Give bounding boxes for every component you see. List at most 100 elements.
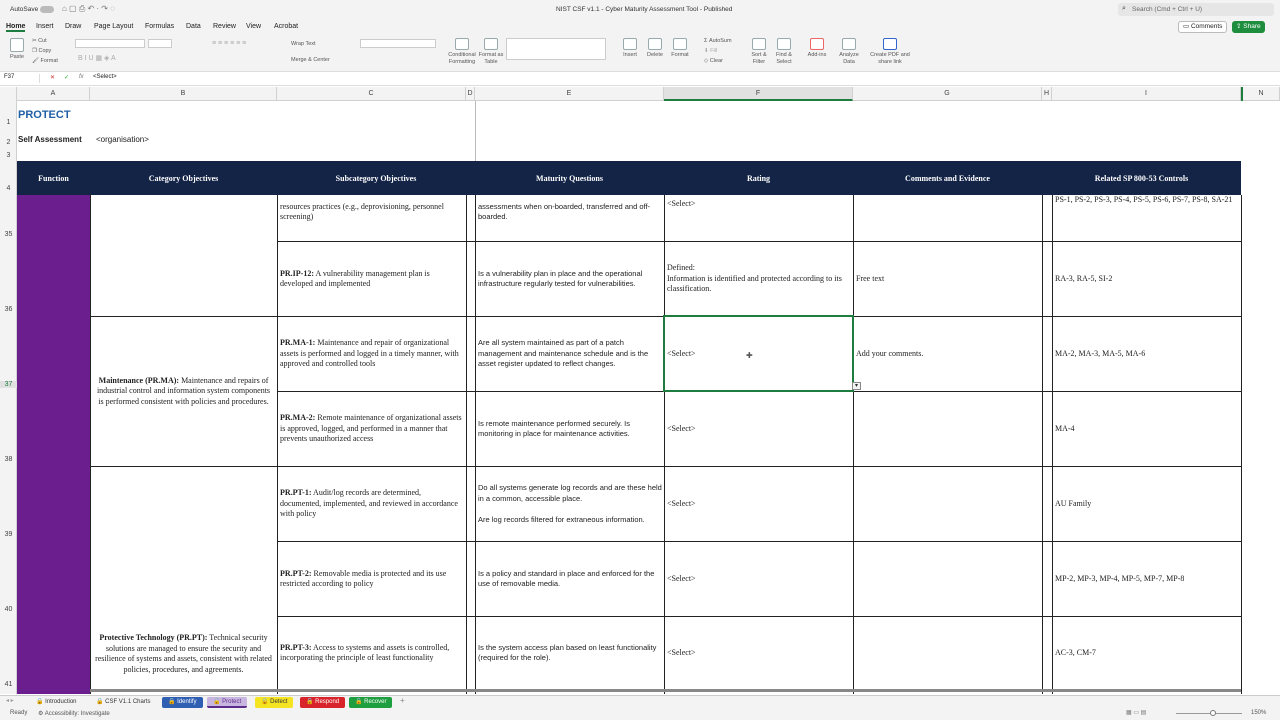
row-header-40[interactable]: 40 <box>0 606 17 613</box>
controls-cell[interactable]: RA-3, RA-5, SI-2 <box>1053 242 1241 316</box>
number-format-select[interactable] <box>360 39 436 48</box>
comments-cell[interactable] <box>854 617 1042 689</box>
tab-view[interactable]: View <box>246 23 261 30</box>
controls-cell[interactable]: AU Family <box>1053 467 1241 541</box>
column-header-e[interactable]: E <box>475 87 664 101</box>
subcategory-cell[interactable]: PR.MA-2: Remote maintenance of organizat… <box>278 392 466 466</box>
cell-styles-gallery[interactable] <box>506 38 606 60</box>
tab-insert[interactable]: Insert <box>36 23 54 30</box>
find-select-button[interactable]: Find & Select <box>771 38 797 65</box>
add-sheet-icon[interactable]: + <box>400 696 405 705</box>
column-header-c[interactable]: C <box>277 87 466 101</box>
tab-home[interactable]: Home <box>6 23 26 32</box>
row-header-39[interactable]: 39 <box>0 531 17 538</box>
sheet-tab-identify[interactable]: 🔒 Identify <box>162 697 203 708</box>
search-box[interactable]: ⌕ Search (Cmd + Ctrl + U) <box>1118 3 1274 16</box>
rating-cell[interactable]: <Select> <box>665 195 853 213</box>
comments-cell[interactable]: Free text <box>854 242 1042 316</box>
subcategory-cell[interactable]: PR.PT-1: Audit/log records are determine… <box>278 467 466 541</box>
insert-cells-button[interactable]: Insert <box>618 38 642 59</box>
name-box[interactable]: F37 <box>4 74 40 83</box>
column-header-a[interactable]: A <box>17 87 90 101</box>
subcategory-cell[interactable]: PR.PT-3: Access to systems and assets is… <box>278 617 466 689</box>
row-header-37[interactable]: 37 <box>0 381 17 388</box>
autosum-button[interactable]: Σ AutoSum <box>704 38 732 44</box>
row-header-2[interactable]: 2 <box>0 139 17 146</box>
zoom-level[interactable]: 150% <box>1251 710 1266 716</box>
controls-cell[interactable]: MA-2, MA-3, MA-5, MA-6 <box>1053 317 1241 391</box>
row-header-36[interactable]: 36 <box>0 306 17 313</box>
sheet-tab-recover[interactable]: 🔒 Recover <box>349 697 393 708</box>
cut-button[interactable]: ✂ Cut <box>32 38 47 44</box>
rating-cell[interactable]: <Select> <box>665 467 853 541</box>
comments-cell[interactable] <box>854 392 1042 466</box>
subcategory-cell[interactable]: PR.PT-2: Removable media is protected an… <box>278 542 466 616</box>
fill-button[interactable]: ⬇ Fill <box>704 48 717 54</box>
analyze-data-button[interactable]: Analyze Data <box>836 38 862 65</box>
function-icon[interactable]: fx <box>79 74 84 80</box>
sheet-tab-respond[interactable]: 🔒 Respond <box>300 697 346 708</box>
copy-button[interactable]: ❐ Copy <box>32 48 51 54</box>
controls-cell[interactable]: MP-2, MP-3, MP-4, MP-5, MP-7, MP-8 <box>1053 542 1241 616</box>
cancel-icon[interactable]: ✕ <box>50 74 55 81</box>
row-header-3[interactable]: 3 <box>0 152 17 159</box>
accessibility-status[interactable]: ⚙ Accessibility: Investigate <box>38 710 110 717</box>
subcategory-cell[interactable]: PR.IP-12: A vulnerability management pla… <box>278 242 466 316</box>
maturity-question-cell[interactable]: Do all systems generate log records and … <box>476 467 664 541</box>
maturity-question-cell[interactable]: Is remote maintenance performed securely… <box>476 392 664 466</box>
zoom-slider[interactable] <box>1176 713 1242 714</box>
font-size-select[interactable] <box>148 39 172 48</box>
row-header-4[interactable]: 4 <box>0 185 17 192</box>
font-name-select[interactable] <box>75 39 145 48</box>
tab-acrobat[interactable]: Acrobat <box>274 23 298 30</box>
sheet-tab-introduction[interactable]: 🔒 Introduction <box>30 697 83 708</box>
format-cells-button[interactable]: Format <box>668 38 692 59</box>
subcategory-cell[interactable]: resources practices (e.g., deprovisionin… <box>278 195 466 229</box>
comments-cell[interactable]: Add your comments. <box>854 317 1042 391</box>
tab-review[interactable]: Review <box>213 23 236 30</box>
rating-cell[interactable]: Defined: Information is identified and p… <box>665 242 853 316</box>
confirm-icon[interactable]: ✓ <box>64 74 69 81</box>
maturity-question-cell[interactable]: assessments when on-boarded, transferred… <box>476 195 664 229</box>
controls-cell[interactable]: MA-4 <box>1053 392 1241 466</box>
rating-cell-selected[interactable]: <Select> <box>665 317 853 391</box>
view-mode-icons[interactable]: ▦ ▭ ▤ <box>1126 709 1146 716</box>
column-header-i[interactable]: I <box>1052 87 1241 101</box>
tab-formulas[interactable]: Formulas <box>145 23 174 30</box>
column-header-n[interactable]: N <box>1241 87 1280 101</box>
sheet-tab-protect[interactable]: 🔒 Protect <box>207 697 248 708</box>
controls-cell[interactable]: PS-1, PS-2, PS-3, PS-4, PS-5, PS-6, PS-7… <box>1053 195 1241 217</box>
row-header-1[interactable]: 1 <box>0 119 17 126</box>
column-header-b[interactable]: B <box>90 87 277 101</box>
paste-button[interactable]: Paste <box>6 38 28 61</box>
row-header-35[interactable]: 35 <box>0 231 17 238</box>
format-painter-button[interactable]: 🖌 Format <box>32 58 58 64</box>
formula-input[interactable]: <Select> <box>93 74 117 80</box>
maturity-question-cell[interactable]: Are all system maintained as part of a p… <box>476 317 664 391</box>
sheet-nav-arrows[interactable]: ◂ ▸ <box>6 697 14 704</box>
column-header-d[interactable]: D <box>466 87 475 101</box>
delete-cells-button[interactable]: Delete <box>643 38 667 59</box>
column-header-h[interactable]: H <box>1042 87 1052 101</box>
zoom-slider-thumb[interactable] <box>1210 710 1216 716</box>
rating-cell[interactable]: <Select> <box>665 617 853 689</box>
organisation-name[interactable]: <organisation> <box>96 135 149 144</box>
conditional-formatting-button[interactable]: Conditional Formatting <box>446 38 478 65</box>
wrap-text-button[interactable]: Wrap Text <box>291 41 316 47</box>
maturity-question-cell[interactable]: Is a policy and standard in place and en… <box>476 542 664 616</box>
maturity-question-cell[interactable]: Is a vulnerability plan in place and the… <box>476 242 664 316</box>
share-button[interactable]: ⇪ Share <box>1232 21 1265 33</box>
comments-cell[interactable] <box>853 195 1041 241</box>
controls-cell[interactable]: AC-3, CM-7 <box>1053 617 1241 689</box>
create-pdf-button[interactable]: Create PDF and share link <box>868 38 912 65</box>
quick-access-icons[interactable]: ⌂ ▢ ⎙ ↶ · ↷ ◌ <box>62 4 115 14</box>
column-header-g[interactable]: G <box>853 87 1042 101</box>
subcategory-cell[interactable]: PR.MA-1: Maintenance and repair of organ… <box>278 317 466 391</box>
comments-button[interactable]: ▭ Comments <box>1178 21 1228 33</box>
sort-filter-button[interactable]: Sort & Filter <box>746 38 772 65</box>
font-style-buttons[interactable]: B I U ▦ ◈ A <box>78 54 116 62</box>
clear-button[interactable]: ◇ Clear <box>704 58 723 64</box>
comments-cell[interactable] <box>854 467 1042 541</box>
select-all-corner[interactable] <box>0 87 17 101</box>
format-as-table-button[interactable]: Format as Table <box>478 38 504 65</box>
